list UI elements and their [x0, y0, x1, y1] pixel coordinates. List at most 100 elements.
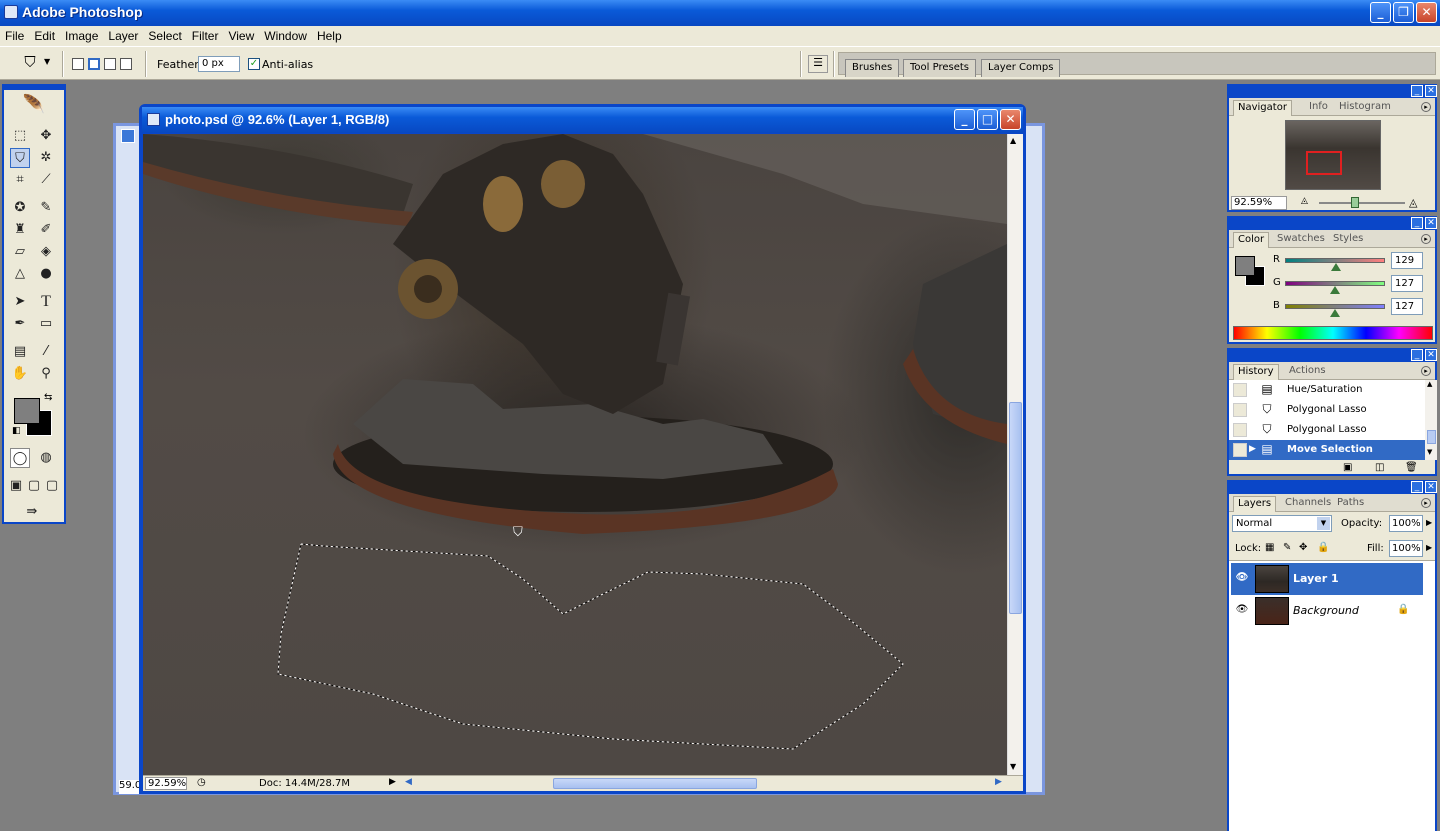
blur-tool-icon[interactable]: △ [10, 264, 30, 284]
layer-row[interactable]: 👁 Layer 1 [1231, 563, 1423, 595]
paint-bucket-tool-icon[interactable]: ◈ [36, 242, 56, 262]
tab-paths[interactable]: Paths [1333, 496, 1368, 512]
palette-menu-icon[interactable]: ▸ [1421, 234, 1431, 244]
marquee-tool-icon[interactable]: ⬚ [10, 126, 30, 146]
menu-window[interactable]: Window [259, 26, 312, 46]
opacity-input[interactable]: 100% [1389, 515, 1423, 532]
doc-maximize-button[interactable]: □ [977, 109, 998, 130]
scroll-up-icon[interactable]: ▲ [1010, 136, 1016, 145]
palette-minimize-icon[interactable]: _ [1411, 349, 1423, 361]
history-scroll-thumb[interactable] [1427, 430, 1436, 444]
history-item[interactable]: ▤ Hue/Saturation [1229, 380, 1425, 400]
g-value-input[interactable]: 127 [1391, 275, 1423, 292]
palette-menu-icon[interactable]: ▸ [1421, 102, 1431, 112]
lock-position-icon[interactable]: ✥ [1299, 542, 1307, 553]
add-to-selection-icon[interactable] [88, 58, 100, 70]
tab-navigator[interactable]: Navigator [1233, 100, 1292, 116]
feather-logo-icon[interactable]: 🪶 [10, 94, 58, 116]
history-item[interactable]: ⛉ Polygonal Lasso [1229, 420, 1425, 440]
swap-colors-icon[interactable]: ⇆ [44, 392, 52, 403]
history-item-selected[interactable]: ▶ ▤ Move Selection [1229, 440, 1425, 460]
tab-channels[interactable]: Channels [1281, 496, 1335, 512]
menu-image[interactable]: Image [60, 26, 103, 46]
new-document-from-state-icon[interactable]: ▣ [1343, 462, 1352, 473]
intersect-selection-icon[interactable] [120, 58, 132, 70]
default-colors-icon[interactable]: ◧ [12, 426, 21, 436]
scroll-right-icon[interactable]: ▶ [995, 777, 1002, 787]
feather-input[interactable]: 0 px [198, 56, 240, 72]
eye-icon[interactable]: 👁 [1235, 604, 1249, 618]
well-tab-tool-presets[interactable]: Tool Presets [903, 59, 976, 77]
chevron-down-icon[interactable]: ▼ [1317, 517, 1330, 530]
layer-row[interactable]: 👁 Background 🔒 [1231, 595, 1423, 627]
preset-dropdown-arrow-icon[interactable]: ▼ [44, 57, 50, 66]
magic-wand-tool-icon[interactable]: ✲ [36, 148, 56, 168]
color-ramp[interactable] [1233, 326, 1433, 340]
anti-alias-checkbox[interactable]: ✓ [248, 58, 260, 70]
foreground-color-swatch[interactable] [14, 398, 40, 424]
horizontal-scroll-thumb[interactable] [553, 778, 757, 789]
zoom-in-icon[interactable]: ◬ [1409, 196, 1417, 209]
scroll-up-icon[interactable]: ▲ [1427, 380, 1432, 388]
vertical-scroll-thumb[interactable] [1009, 402, 1022, 614]
navigator-thumbnail[interactable] [1285, 120, 1381, 190]
menu-filter[interactable]: Filter [187, 26, 224, 46]
standard-mode-icon[interactable]: ◯ [10, 448, 30, 468]
opacity-slider-arrow-icon[interactable]: ▶ [1426, 518, 1432, 527]
tab-swatches[interactable]: Swatches [1273, 232, 1329, 248]
navigator-view-box[interactable] [1306, 151, 1342, 175]
image-canvas[interactable]: ⛉ [143, 134, 1007, 775]
move-tool-icon[interactable]: ✥ [36, 126, 56, 146]
palette-minimize-icon[interactable]: _ [1411, 217, 1423, 229]
palette-close-icon[interactable]: ✕ [1425, 349, 1437, 361]
history-scrollbar[interactable]: ▲ ▼ [1425, 380, 1437, 460]
pen-tool-icon[interactable]: ✒ [10, 314, 30, 334]
document-zoom-field[interactable]: 92.59% [145, 777, 187, 790]
doc-close-button[interactable]: ✕ [1000, 109, 1021, 130]
type-tool-icon[interactable]: T [36, 292, 56, 312]
tab-histogram[interactable]: Histogram [1335, 100, 1395, 116]
scroll-down-icon[interactable]: ▼ [1427, 448, 1432, 456]
palette-minimize-icon[interactable]: _ [1411, 85, 1423, 97]
clone-stamp-tool-icon[interactable]: ♜ [10, 220, 30, 240]
fill-slider-arrow-icon[interactable]: ▶ [1426, 543, 1432, 552]
tab-layers[interactable]: Layers [1233, 496, 1277, 512]
tab-styles[interactable]: Styles [1329, 232, 1367, 248]
new-selection-icon[interactable] [72, 58, 84, 70]
notes-tool-icon[interactable]: ▤ [10, 342, 30, 362]
navigator-zoom-field[interactable]: 92.59% [1231, 196, 1287, 210]
navigator-zoom-handle[interactable] [1351, 197, 1359, 208]
standard-screen-mode-icon[interactable]: ▣ [8, 476, 24, 496]
scroll-down-icon[interactable]: ▼ [1010, 762, 1016, 771]
palette-menu-icon[interactable]: ▸ [1421, 498, 1431, 508]
color-foreground-swatch[interactable] [1235, 256, 1255, 276]
g-slider-handle[interactable] [1329, 286, 1340, 294]
jump-to-imageready-icon[interactable]: ⇛ [10, 502, 54, 522]
eyedropper-tool-icon[interactable]: ⁄ [36, 342, 56, 362]
r-value-input[interactable]: 129 [1391, 252, 1423, 269]
subtract-from-selection-icon[interactable] [104, 58, 116, 70]
doc-minimize-button[interactable]: _ [954, 109, 975, 130]
history-brush-tool-icon[interactable]: ✐ [36, 220, 56, 240]
full-screen-mode-icon[interactable]: ▢ [44, 476, 60, 496]
brush-tool-icon[interactable]: ✎ [36, 198, 56, 218]
zoom-tool-icon[interactable]: ⚲ [36, 364, 56, 384]
lock-image-icon[interactable]: ✎ [1283, 542, 1291, 553]
lock-all-icon[interactable]: 🔒 [1317, 542, 1329, 553]
palette-close-icon[interactable]: ✕ [1425, 481, 1437, 493]
rectangle-tool-icon[interactable]: ▭ [36, 314, 56, 334]
palette-menu-icon[interactable]: ▸ [1421, 366, 1431, 376]
quick-mask-mode-icon[interactable]: ◍ [36, 448, 56, 468]
navigator-zoom-slider[interactable] [1319, 202, 1405, 204]
tab-actions[interactable]: Actions [1285, 364, 1330, 380]
menu-layer[interactable]: Layer [103, 26, 143, 46]
menu-help[interactable]: Help [312, 26, 347, 46]
dodge-tool-icon[interactable]: ● [36, 264, 56, 284]
tab-info[interactable]: Info [1305, 100, 1332, 116]
document-title-bar[interactable]: photo.psd @ 92.6% (Layer 1, RGB/8) _ □ ✕ [142, 107, 1023, 133]
new-snapshot-icon[interactable]: ◫ [1375, 462, 1384, 473]
blend-mode-select[interactable]: Normal ▼ [1232, 515, 1332, 532]
delete-state-icon[interactable]: 🗑 [1405, 462, 1418, 473]
tab-color[interactable]: Color [1233, 232, 1270, 248]
tab-history[interactable]: History [1233, 364, 1279, 380]
